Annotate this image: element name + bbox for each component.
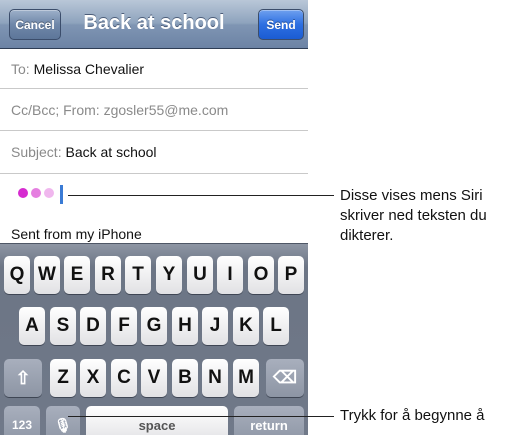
- siri-callout-line-3: dikterer.: [340, 227, 394, 244]
- key-i[interactable]: I: [217, 256, 243, 294]
- shift-key[interactable]: ⇧: [4, 359, 42, 397]
- key-o[interactable]: O: [248, 256, 274, 294]
- key-l[interactable]: L: [263, 307, 289, 345]
- siri-callout-line: [68, 195, 334, 196]
- key-k[interactable]: K: [233, 307, 259, 345]
- key-w[interactable]: W: [34, 256, 60, 294]
- subject-field[interactable]: Subject: Back at school: [0, 132, 308, 174]
- key-c[interactable]: C: [111, 359, 137, 397]
- cc-bcc-from-field[interactable]: Cc/Bcc; From: zgosler55@me.com: [0, 90, 308, 131]
- keyboard: Q W E R T Y U I O P A S D F G H J K L ⇧ …: [0, 243, 308, 435]
- to-field[interactable]: To: Melissa Chevalier: [0, 49, 308, 89]
- key-h[interactable]: H: [172, 307, 198, 345]
- key-g[interactable]: G: [141, 307, 167, 345]
- key-z[interactable]: Z: [50, 359, 76, 397]
- from-address: zgosler55@me.com: [103, 102, 229, 118]
- subject-value: Back at school: [65, 144, 157, 160]
- navigation-bar: Cancel Back at school Send: [0, 0, 308, 49]
- key-x[interactable]: X: [80, 359, 106, 397]
- siri-callout-text: Disse vises mens Siri skriver ned tekste…: [340, 186, 487, 246]
- dictation-mic-key[interactable]: 🎙: [46, 406, 80, 435]
- key-v[interactable]: V: [141, 359, 167, 397]
- dictation-dot: [44, 188, 54, 198]
- email-signature[interactable]: Sent from my iPhone: [11, 226, 142, 242]
- key-y[interactable]: Y: [156, 256, 182, 294]
- key-m[interactable]: M: [233, 359, 259, 397]
- dictation-dot: [31, 188, 41, 198]
- key-f[interactable]: F: [111, 307, 137, 345]
- siri-callout-line-1: Disse vises mens Siri: [340, 187, 483, 204]
- key-s[interactable]: S: [50, 307, 76, 345]
- key-d[interactable]: D: [80, 307, 106, 345]
- return-key[interactable]: return: [234, 406, 304, 435]
- shift-icon: ⇧: [15, 367, 31, 388]
- dictation-dots: [18, 188, 54, 198]
- dictation-dot: [18, 188, 28, 198]
- delete-key[interactable]: ⌫: [266, 359, 304, 397]
- siri-callout-line-2: skriver ned teksten du: [340, 207, 487, 224]
- key-p[interactable]: P: [278, 256, 304, 294]
- numbers-key[interactable]: 123: [4, 406, 40, 435]
- key-r[interactable]: R: [95, 256, 121, 294]
- key-e[interactable]: E: [64, 256, 90, 294]
- key-q[interactable]: Q: [4, 256, 30, 294]
- key-j[interactable]: J: [202, 307, 228, 345]
- key-b[interactable]: B: [172, 359, 198, 397]
- delete-icon: ⌫: [272, 368, 298, 387]
- key-a[interactable]: A: [19, 307, 45, 345]
- mic-callout-text: Trykk for å begynne å: [340, 407, 485, 424]
- key-t[interactable]: T: [125, 256, 151, 294]
- mic-callout-line: [68, 416, 334, 417]
- subject-label: Subject:: [11, 144, 62, 160]
- to-label: To:: [11, 61, 30, 77]
- iphone-mail-compose: Cancel Back at school Send To: Melissa C…: [0, 0, 308, 435]
- space-key[interactable]: space: [86, 406, 228, 435]
- microphone-icon: 🎙: [54, 416, 72, 433]
- send-button[interactable]: Send: [258, 9, 304, 40]
- key-u[interactable]: U: [187, 256, 213, 294]
- cc-bcc-from-label: Cc/Bcc; From:: [11, 102, 100, 118]
- text-cursor: [60, 185, 63, 204]
- key-n[interactable]: N: [202, 359, 228, 397]
- to-recipient[interactable]: Melissa Chevalier: [34, 61, 144, 77]
